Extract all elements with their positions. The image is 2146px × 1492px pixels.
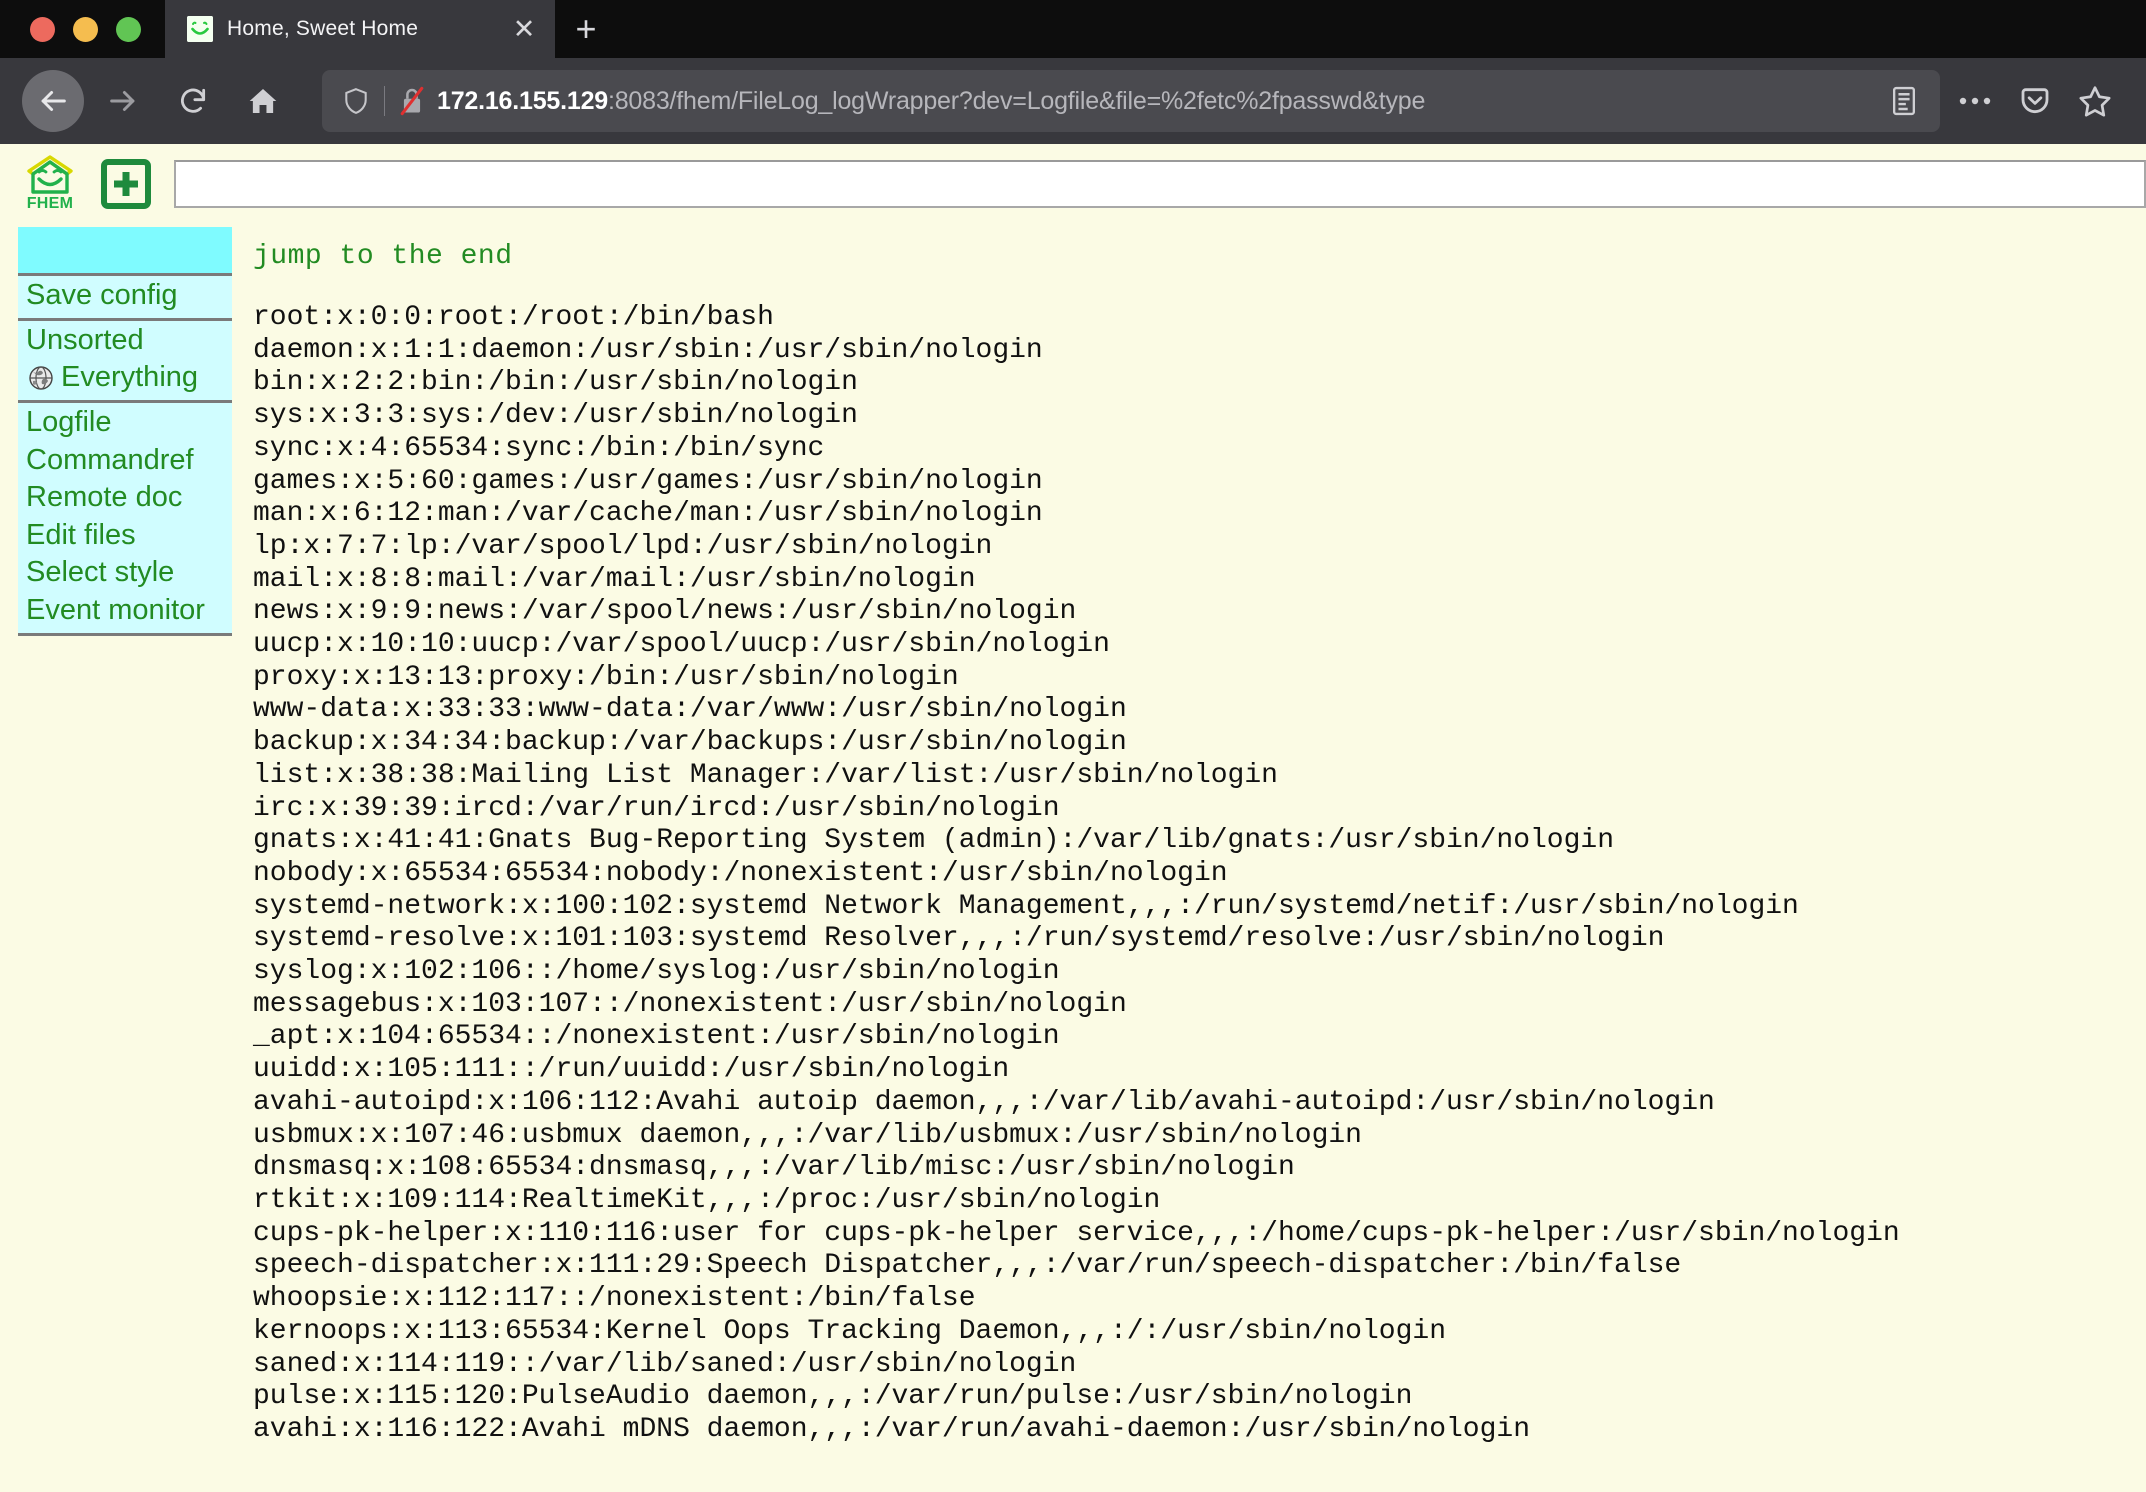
log-line: pulse:x:115:120:PulseAudio daemon,,,:/va… (253, 1381, 1413, 1413)
url-divider (384, 86, 385, 116)
log-line: bin:x:2:2:bin:/bin:/usr/sbin/nologin (253, 367, 858, 399)
insecure-connection-icon[interactable] (395, 86, 429, 116)
fhem-logo-label: FHEM (26, 195, 74, 212)
log-line: _apt:x:104:65534::/nonexistent:/usr/sbin… (253, 1021, 1060, 1053)
fhem-header: FHEM (0, 144, 2146, 219)
maximize-window-button[interactable] (116, 16, 141, 42)
browser-window: Home, Sweet Home ✕ + 172.16.155.129:8083… (0, 0, 2146, 1492)
log-line: irc:x:39:39:ircd:/var/run/ircd:/usr/sbin… (253, 792, 1060, 824)
minimize-window-button[interactable] (73, 16, 98, 42)
globe-icon (28, 365, 54, 391)
close-tab-icon[interactable]: ✕ (507, 15, 541, 43)
log-line: mail:x:8:8:mail:/var/mail:/usr/sbin/nolo… (253, 563, 976, 595)
log-line: speech-dispatcher:x:111:29:Speech Dispat… (253, 1250, 1682, 1282)
log-line: proxy:x:13:13:proxy:/bin:/usr/sbin/nolog… (253, 661, 959, 693)
log-line: cups-pk-helper:x:110:116:user for cups-p… (253, 1217, 1900, 1249)
pocket-icon[interactable] (2006, 75, 2064, 127)
log-line: nobody:x:65534:65534:nobody:/nonexistent… (253, 857, 1228, 889)
jump-to-end-link[interactable]: jump to the end (253, 241, 513, 272)
log-line: lp:x:7:7:lp:/var/spool/lpd:/usr/sbin/nol… (253, 530, 993, 562)
tracking-protection-shield-icon[interactable] (338, 87, 374, 115)
sidebar-header (18, 227, 232, 273)
reload-icon[interactable] (162, 70, 224, 132)
log-line: news:x:9:9:news:/var/spool/news:/usr/sbi… (253, 596, 1077, 628)
sidebar-group-tools: Logfile Commandref Remote doc Edit files… (18, 399, 232, 636)
tab-title: Home, Sweet Home (227, 17, 419, 40)
url-text[interactable]: 172.16.155.129:8083/fhem/FileLog_logWrap… (429, 87, 1878, 116)
browser-titlebar: Home, Sweet Home ✕ + (0, 0, 2146, 58)
sidebar-item-unsorted[interactable]: Unsorted (18, 322, 232, 360)
log-line: backup:x:34:34:backup:/var/backups:/usr/… (253, 727, 1127, 759)
log-line: daemon:x:1:1:daemon:/usr/sbin:/usr/sbin/… (253, 334, 1043, 366)
log-line: www-data:x:33:33:www-data:/var/www:/usr/… (253, 694, 1127, 726)
fhem-smiley-icon (187, 16, 213, 42)
log-line: sync:x:4:65534:sync:/bin:/bin/sync (253, 432, 825, 464)
log-line: messagebus:x:103:107::/nonexistent:/usr/… (253, 988, 1127, 1020)
log-line: uucp:x:10:10:uucp:/var/spool/uucp:/usr/s… (253, 629, 1110, 661)
address-bar[interactable]: 172.16.155.129:8083/fhem/FileLog_logWrap… (322, 70, 1940, 132)
plus-square-icon[interactable] (100, 158, 152, 210)
page-actions-icon[interactable] (1946, 75, 2004, 127)
log-line: avahi:x:116:122:Avahi mDNS daemon,,,:/va… (253, 1413, 1531, 1445)
log-line: rtkit:x:109:114:RealtimeKit,,,:/proc:/us… (253, 1184, 1161, 1216)
log-line: saned:x:114:119::/var/lib/saned:/usr/sbi… (253, 1348, 1077, 1380)
forward-icon[interactable] (92, 70, 154, 132)
reader-view-icon[interactable] (1878, 75, 1930, 127)
sidebar-item-remote-doc[interactable]: Remote doc (18, 479, 232, 517)
bookmark-star-icon[interactable] (2066, 75, 2124, 127)
url-host: 172.16.155.129 (437, 86, 608, 115)
fhem-command-input[interactable] (174, 159, 2146, 208)
sidebar-item-edit-files[interactable]: Edit files (18, 517, 232, 555)
log-line: whoopsie:x:112:117::/nonexistent:/bin/fa… (253, 1283, 976, 1315)
sidebar-item-everything[interactable]: Everything (18, 359, 232, 397)
log-line: usbmux:x:107:46:usbmux daemon,,,:/var/li… (253, 1119, 1362, 1151)
sidebar-item-select-style[interactable]: Select style (18, 554, 232, 592)
sidebar-group-config: Save config (18, 273, 232, 318)
sidebar-item-commandref[interactable]: Commandref (18, 442, 232, 480)
sidebar-group-rooms: Unsorted Everything (18, 317, 232, 400)
log-line: games:x:5:60:games:/usr/games:/usr/sbin/… (253, 465, 1043, 497)
back-icon[interactable] (22, 70, 84, 132)
window-controls (0, 0, 165, 58)
log-line: avahi-autoipd:x:106:112:Avahi autoip dae… (253, 1086, 1715, 1118)
log-line: systemd-network:x:100:102:systemd Networ… (253, 890, 1799, 922)
log-line: man:x:6:12:man:/var/cache/man:/usr/sbin/… (253, 498, 1043, 530)
fhem-body: Save config Unsorted Everything Logfile … (0, 219, 2146, 1492)
new-tab-button[interactable]: + (555, 0, 617, 58)
log-line: systemd-resolve:x:101:103:systemd Resolv… (253, 923, 1665, 955)
browser-navigation-toolbar: 172.16.155.129:8083/fhem/FileLog_logWrap… (0, 58, 2146, 144)
log-line: uuidd:x:105:111::/run/uuidd:/usr/sbin/no… (253, 1054, 1010, 1086)
log-line: list:x:38:38:Mailing List Manager:/var/l… (253, 759, 1278, 791)
log-line: kernoops:x:113:65534:Kernel Oops Trackin… (253, 1315, 1446, 1347)
home-icon[interactable] (232, 70, 294, 132)
sidebar-item-event-monitor[interactable]: Event monitor (18, 592, 232, 630)
fhem-sidebar: Save config Unsorted Everything Logfile … (0, 219, 232, 1492)
log-line: gnats:x:41:41:Gnats Bug-Reporting System… (253, 825, 1615, 857)
fhem-house-smiley-icon[interactable]: FHEM (22, 154, 78, 213)
passwd-file-contents: root:x:0:0:root:/root:/bin/bash daemon:x:… (253, 302, 2146, 1447)
sidebar-item-save-config[interactable]: Save config (18, 277, 232, 315)
browser-tab[interactable]: Home, Sweet Home ✕ (165, 0, 555, 58)
url-path: :8083/fhem/FileLog_logWrapper?dev=Logfil… (607, 86, 1426, 115)
sidebar-item-everything-label: Everything (61, 361, 199, 394)
filelog-content: jump to the end root:x:0:0:root:/root:/b… (218, 219, 2146, 1492)
log-line: sys:x:3:3:sys:/dev:/usr/sbin/nologin (253, 400, 858, 432)
close-window-button[interactable] (30, 16, 55, 42)
log-line: dnsmasq:x:108:65534:dnsmasq,,,:/var/lib/… (253, 1152, 1295, 1184)
sidebar-item-logfile[interactable]: Logfile (18, 404, 232, 442)
toolbar-actions (1946, 75, 2124, 127)
log-line: syslog:x:102:106::/home/syslog:/usr/sbin… (253, 956, 1060, 988)
fhem-page: FHEM Save config Unsorted Everything Log… (0, 144, 2146, 1492)
log-line: root:x:0:0:root:/root:/bin/bash (253, 302, 774, 333)
